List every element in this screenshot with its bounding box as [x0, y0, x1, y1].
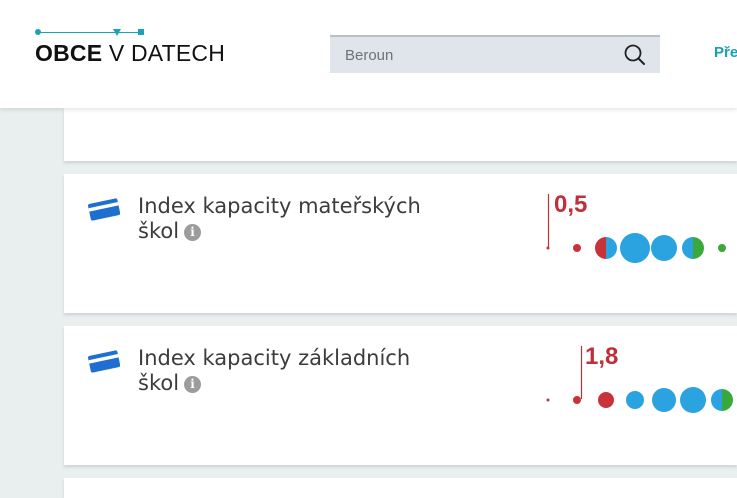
card-icon: [88, 350, 120, 373]
indicator-card: [64, 478, 737, 498]
indicator-card: Index kapacity základních škol i 1,8: [64, 326, 737, 465]
chart-dot: [598, 392, 614, 408]
site-header: OBCE V DATECH Pře: [0, 0, 737, 108]
info-icon[interactable]: i: [184, 376, 202, 393]
chart-dot: [546, 246, 550, 250]
card-icon: [88, 198, 120, 221]
indicator-card: Index kapacity mateřských škol i 0,5: [64, 174, 737, 313]
logo-line: [38, 32, 141, 33]
indicator-chart: 0,5: [534, 174, 737, 313]
nav-link[interactable]: Pře: [714, 44, 737, 61]
search-icon[interactable]: [623, 43, 647, 67]
search-box: [330, 35, 660, 73]
chart-dot: [652, 388, 676, 412]
chart-dot: [573, 396, 581, 404]
chart-dot: [680, 387, 706, 413]
logo-dot: [35, 29, 41, 35]
left-sidebar: [0, 108, 64, 491]
logo-square: [138, 29, 144, 35]
search-input[interactable]: [330, 37, 625, 73]
indicator-title: Index kapacity mateřských škol i: [138, 194, 448, 244]
site-logo[interactable]: OBCE V DATECH: [35, 29, 240, 69]
logo-text: OBCE V DATECH: [35, 40, 225, 67]
chart-dot: [626, 391, 644, 409]
chart-dot: [682, 237, 704, 259]
value-label: 0,5: [554, 191, 588, 218]
indicator-title-text: Index kapacity mateřských škol: [138, 194, 421, 243]
indicator-title: Index kapacity základních škol i: [138, 346, 448, 396]
indicator-chart: 1,8: [534, 326, 737, 465]
chart-dot: [595, 237, 617, 259]
value-label: 1,8: [585, 343, 619, 370]
dot-row: [546, 233, 726, 263]
chart-dot: [711, 389, 733, 411]
dot-row: [546, 387, 733, 413]
chart-dot: [573, 244, 581, 252]
logo-text-rest: V DATECH: [108, 40, 226, 66]
logo-marker: [113, 29, 121, 36]
chart-dot: [651, 235, 677, 261]
indicator-card: [64, 108, 737, 161]
chart-dot: [620, 233, 650, 263]
info-icon[interactable]: i: [184, 224, 202, 241]
logo-text-bold: OBCE: [35, 40, 103, 66]
chart-dot: [718, 244, 726, 252]
indicator-title-text: Index kapacity základních škol: [138, 346, 411, 395]
chart-dot: [546, 398, 550, 402]
dot-chart: [546, 346, 733, 413]
